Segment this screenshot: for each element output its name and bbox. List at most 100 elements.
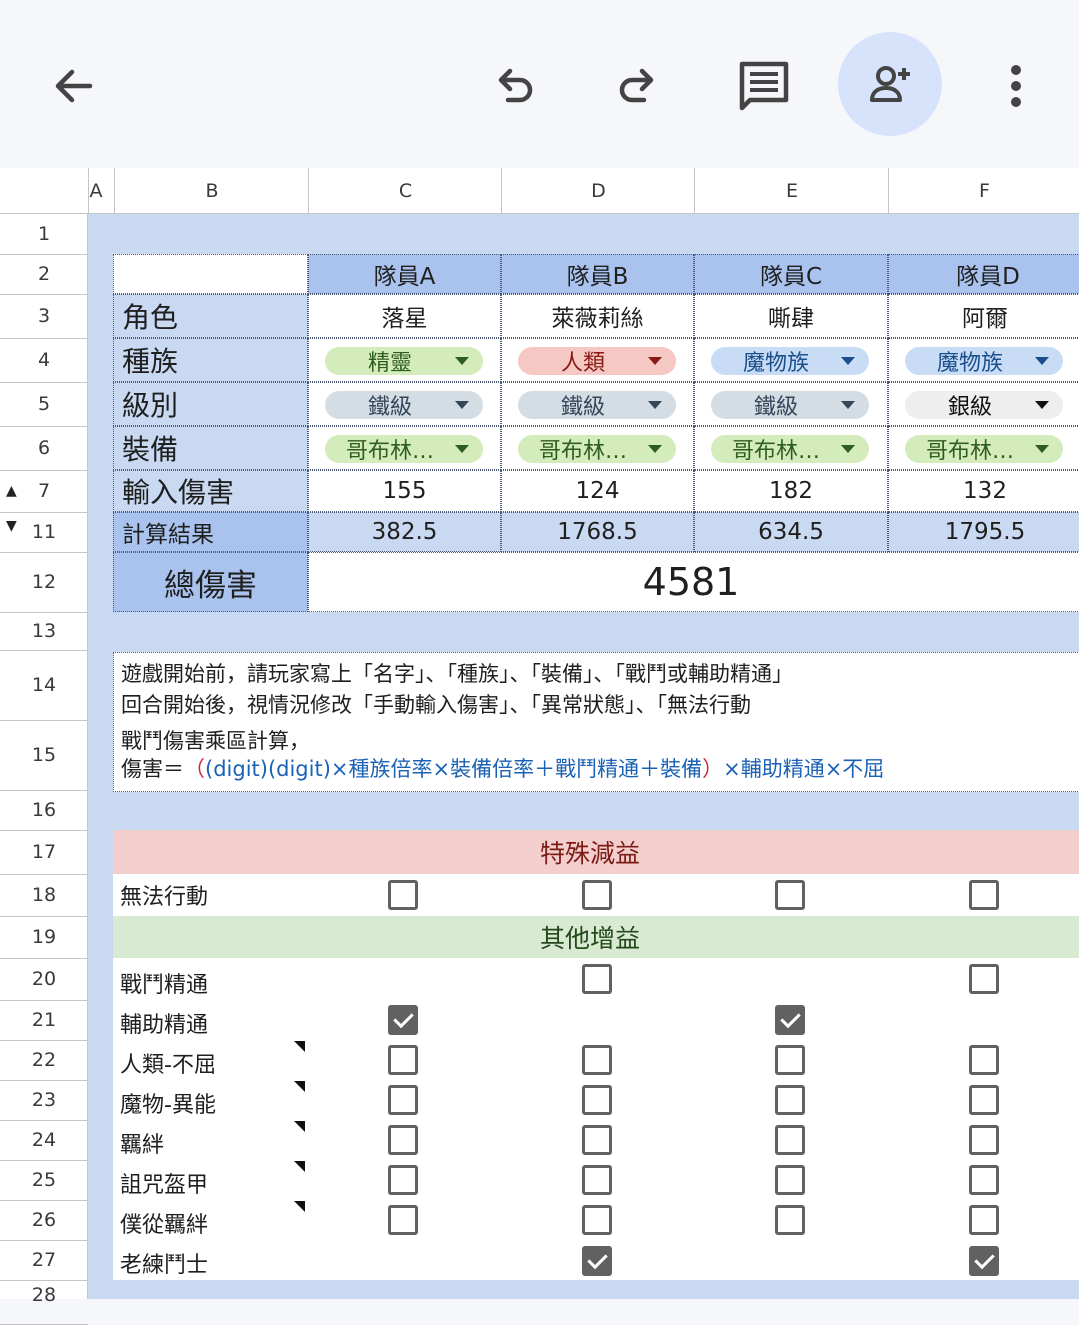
- checkbox-6-d[interactable]: [969, 1165, 999, 1195]
- checkbox-0-c[interactable]: [775, 880, 805, 910]
- label-input-damage[interactable]: 輸入傷害: [113, 470, 308, 512]
- label-race[interactable]: 種族: [113, 338, 308, 382]
- input-damage-d[interactable]: 132: [888, 470, 1079, 512]
- checkbox-5-b[interactable]: [582, 1125, 612, 1155]
- row-header-28[interactable]: 28: [0, 1280, 88, 1325]
- level-dropdown-a[interactable]: 鐵級: [325, 391, 483, 420]
- checkbox-5-a[interactable]: [388, 1125, 418, 1155]
- note-indicator-icon[interactable]: [294, 1161, 305, 1172]
- calc-result-b[interactable]: 1768.5: [501, 512, 694, 552]
- level-dropdown-d[interactable]: 銀級: [905, 391, 1063, 420]
- level-dropdown-c[interactable]: 鐵級: [711, 391, 869, 420]
- column-header-d[interactable]: D: [501, 168, 695, 214]
- label-level[interactable]: 級別: [113, 382, 308, 426]
- label-total-damage[interactable]: 總傷害: [113, 552, 308, 612]
- row-header-14[interactable]: 14: [0, 650, 88, 721]
- checkbox-7-d[interactable]: [969, 1205, 999, 1235]
- row-header-15[interactable]: 15: [0, 720, 88, 791]
- checkbox-6-b[interactable]: [582, 1165, 612, 1195]
- checkbox-8-b[interactable]: [582, 1246, 612, 1276]
- note-indicator-icon[interactable]: [294, 1121, 305, 1132]
- row-header-25[interactable]: 25: [0, 1160, 88, 1201]
- total-damage-value[interactable]: 4581: [308, 552, 1079, 612]
- add-person-button[interactable]: [838, 32, 942, 136]
- cell-b2[interactable]: [113, 254, 308, 294]
- row-header-13[interactable]: 13: [0, 612, 88, 651]
- row-header-2[interactable]: 2: [0, 254, 88, 295]
- member-header-a[interactable]: 隊員A: [308, 254, 501, 294]
- role-d[interactable]: 阿爾: [888, 294, 1079, 338]
- checkbox-3-b[interactable]: [582, 1045, 612, 1075]
- checkbox-2-c[interactable]: [775, 1005, 805, 1035]
- checkbox-7-b[interactable]: [582, 1205, 612, 1235]
- input-damage-a[interactable]: 155: [308, 470, 501, 512]
- more-vert-icon[interactable]: [992, 54, 1040, 118]
- collapse-up-icon[interactable]: ▲: [6, 483, 17, 499]
- checkbox-1-b[interactable]: [582, 964, 612, 994]
- row-header-26[interactable]: 26: [0, 1200, 88, 1241]
- level-dropdown-b[interactable]: 鐵級: [518, 391, 676, 420]
- checkbox-4-c[interactable]: [775, 1085, 805, 1115]
- row-header-7[interactable]: ▲ 7: [0, 470, 88, 513]
- back-arrow-icon[interactable]: [42, 54, 106, 118]
- equip-dropdown-c[interactable]: 哥布林…: [711, 435, 869, 464]
- row-header-12[interactable]: 12: [0, 552, 88, 613]
- redo-icon[interactable]: [606, 54, 670, 118]
- checkbox-3-a[interactable]: [388, 1045, 418, 1075]
- race-dropdown-d[interactable]: 魔物族: [905, 347, 1063, 376]
- checkbox-4-b[interactable]: [582, 1085, 612, 1115]
- role-b[interactable]: 萊薇莉絲: [501, 294, 694, 338]
- checkbox-6-c[interactable]: [775, 1165, 805, 1195]
- checkbox-2-a[interactable]: [388, 1005, 418, 1035]
- calc-result-a[interactable]: 382.5: [308, 512, 501, 552]
- checkbox-4-d[interactable]: [969, 1085, 999, 1115]
- checkbox-0-a[interactable]: [388, 880, 418, 910]
- expand-down-icon[interactable]: ▼: [6, 518, 17, 534]
- notes-block[interactable]: 遊戲開始前，請玩家寫上「名字」、「種族」、「裝備」、「戰鬥或輔助精通」 回合開始…: [113, 652, 1079, 792]
- checkbox-3-c[interactable]: [775, 1045, 805, 1075]
- label-role[interactable]: 角色: [113, 294, 308, 338]
- note-indicator-icon[interactable]: [294, 1041, 305, 1052]
- row-header-1[interactable]: 1: [0, 214, 88, 255]
- race-dropdown-b[interactable]: 人類: [518, 347, 676, 376]
- row-header-23[interactable]: 23: [0, 1080, 88, 1121]
- role-c[interactable]: 嘶肆: [694, 294, 888, 338]
- checkbox-8-d[interactable]: [969, 1246, 999, 1276]
- row-header-11[interactable]: ▼ 11: [0, 512, 88, 553]
- checkbox-0-b[interactable]: [582, 880, 612, 910]
- member-header-d[interactable]: 隊員D: [888, 254, 1079, 294]
- race-dropdown-a[interactable]: 精靈: [325, 347, 483, 376]
- checkbox-6-a[interactable]: [388, 1165, 418, 1195]
- row-header-20[interactable]: 20: [0, 958, 88, 1001]
- row-header-19[interactable]: 19: [0, 916, 88, 959]
- column-header-c[interactable]: C: [308, 168, 502, 214]
- row-header-27[interactable]: 27: [0, 1240, 88, 1281]
- checkbox-7-c[interactable]: [775, 1205, 805, 1235]
- row-header-6[interactable]: 6: [0, 426, 88, 471]
- checkbox-3-d[interactable]: [969, 1045, 999, 1075]
- row-header-16[interactable]: 16: [0, 790, 88, 831]
- column-header-e[interactable]: E: [694, 168, 889, 214]
- race-dropdown-c[interactable]: 魔物族: [711, 347, 869, 376]
- row-header-17[interactable]: 17: [0, 830, 88, 875]
- label-calc-result[interactable]: 計算結果: [113, 512, 308, 552]
- row-header-24[interactable]: 24: [0, 1120, 88, 1161]
- calc-result-c[interactable]: 634.5: [694, 512, 888, 552]
- member-header-b[interactable]: 隊員B: [501, 254, 694, 294]
- checkbox-7-a[interactable]: [388, 1205, 418, 1235]
- label-equip[interactable]: 裝備: [113, 426, 308, 470]
- checkbox-5-c[interactable]: [775, 1125, 805, 1155]
- row-header-21[interactable]: 21: [0, 1000, 88, 1041]
- column-header-f[interactable]: F: [888, 168, 1079, 214]
- undo-icon[interactable]: [482, 54, 546, 118]
- note-indicator-icon[interactable]: [294, 1201, 305, 1212]
- calc-result-d[interactable]: 1795.5: [888, 512, 1079, 552]
- equip-dropdown-d[interactable]: 哥布林…: [905, 435, 1063, 464]
- member-header-c[interactable]: 隊員C: [694, 254, 888, 294]
- column-header-a[interactable]: A: [88, 168, 115, 214]
- checkbox-5-d[interactable]: [969, 1125, 999, 1155]
- checkbox-4-a[interactable]: [388, 1085, 418, 1115]
- row-header-22[interactable]: 22: [0, 1040, 88, 1081]
- column-header-b[interactable]: B: [114, 168, 309, 214]
- input-damage-b[interactable]: 124: [501, 470, 694, 512]
